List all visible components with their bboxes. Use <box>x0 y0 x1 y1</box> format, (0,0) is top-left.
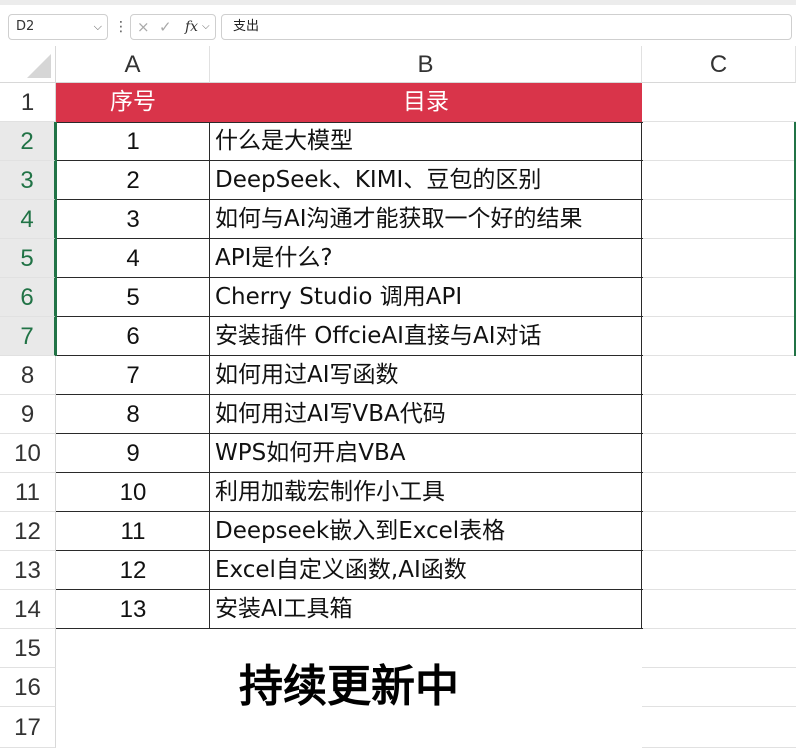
cell-title[interactable]: 如何与AI沟通才能获取一个好的结果 <box>210 200 642 239</box>
cell-no[interactable]: 5 <box>56 278 210 317</box>
cancel-icon[interactable]: × <box>137 15 150 39</box>
cell-title[interactable]: DeepSeek、KIMI、豆包的区别 <box>210 161 642 200</box>
cell-no[interactable]: 1 <box>56 122 210 161</box>
table-border-h <box>56 394 643 395</box>
table-border-h <box>56 199 643 200</box>
cell-no[interactable]: 10 <box>56 473 210 512</box>
formula-controls: × ✓ fx ⌵ <box>130 14 216 40</box>
table-border-h <box>56 238 643 239</box>
table-border-h <box>56 472 643 473</box>
cell-title[interactable]: 如何用过AI写函数 <box>210 356 642 395</box>
cell-title[interactable]: 安装AI工具箱 <box>210 590 642 629</box>
row-header-6[interactable]: 6 <box>0 278 56 317</box>
table-border-h <box>56 160 643 161</box>
table-border-h <box>56 277 643 278</box>
row-header-2[interactable]: 2 <box>0 122 56 161</box>
cell-no[interactable]: 12 <box>56 551 210 590</box>
table-border-h <box>56 433 643 434</box>
cell-no[interactable]: 4 <box>56 239 210 278</box>
cell-title[interactable]: 如何用过AI写VBA代码 <box>210 395 642 434</box>
cell-title[interactable]: 利用加载宏制作小工具 <box>210 473 642 512</box>
row-header-4[interactable]: 4 <box>0 200 56 239</box>
insert-function-icon[interactable]: fx <box>185 15 198 39</box>
cell-no[interactable]: 11 <box>56 512 210 551</box>
row-header-16[interactable]: 16 <box>0 668 56 707</box>
row-header-11[interactable]: 11 <box>0 473 56 512</box>
chevron-down-icon[interactable]: ⌵ <box>94 15 102 39</box>
enter-icon[interactable]: ✓ <box>159 15 172 39</box>
cell-no[interactable]: 7 <box>56 356 210 395</box>
name-box[interactable]: D2 ⌵ <box>8 14 108 40</box>
cell-no[interactable]: 6 <box>56 317 210 356</box>
chevron-down-icon[interactable]: ⌵ <box>202 15 210 39</box>
table-border-h <box>56 550 643 551</box>
table-border-h <box>56 122 643 123</box>
row-header-13[interactable]: 13 <box>0 551 56 590</box>
selection-border-left <box>55 122 57 356</box>
column-header-b[interactable]: B <box>210 46 642 83</box>
more-options-icon[interactable]: ⋮ <box>114 14 128 40</box>
formula-text: 支出 <box>233 19 260 34</box>
table-border-v <box>641 122 642 629</box>
row-header-12[interactable]: 12 <box>0 512 56 551</box>
column-header-c[interactable]: C <box>642 46 796 83</box>
formula-bar: D2 ⌵ ⋮ × ✓ fx ⌵ 支出 <box>0 0 796 47</box>
cell-no[interactable]: 2 <box>56 161 210 200</box>
header-cell-no[interactable]: 序号 <box>56 83 210 122</box>
cell-no[interactable]: 3 <box>56 200 210 239</box>
table-border-h <box>56 589 643 590</box>
table-border-h <box>56 316 643 317</box>
row-header-10[interactable]: 10 <box>0 434 56 473</box>
row-header-5[interactable]: 5 <box>0 239 56 278</box>
cell-title[interactable]: Cherry Studio 调用API <box>210 278 642 317</box>
row-header-17[interactable]: 17 <box>0 707 56 748</box>
table-border-h <box>56 355 643 356</box>
row-header-15[interactable]: 15 <box>0 629 56 668</box>
column-header-a[interactable]: A <box>56 46 210 83</box>
cell-title[interactable]: 什么是大模型 <box>210 122 642 161</box>
row-header-8[interactable]: 8 <box>0 356 56 395</box>
cell-title[interactable]: 安装插件 OffcieAI直接与AI对话 <box>210 317 642 356</box>
cell-title[interactable]: WPS如何开启VBA <box>210 434 642 473</box>
cell-title[interactable]: Excel自定义函数,AI函数 <box>210 551 642 590</box>
table-border-v <box>209 122 210 629</box>
cell-title[interactable]: API是什么? <box>210 239 642 278</box>
row-header-1[interactable]: 1 <box>0 83 56 122</box>
cell-title[interactable]: Deepseek嵌入到Excel表格 <box>210 512 642 551</box>
cell-no[interactable]: 9 <box>56 434 210 473</box>
row-header-9[interactable]: 9 <box>0 395 56 434</box>
spreadsheet-grid: ABC 1 2 3 4 5 6 7 8 9 10 11 12 13 14 15 16 17 序号 目录 1 什么是大模… <box>0 46 796 748</box>
ribbon-edge <box>0 0 796 5</box>
row-header-14[interactable]: 14 <box>0 590 56 629</box>
merged-note-cell[interactable]: 持续更新中 <box>56 629 642 748</box>
select-all-corner[interactable] <box>0 46 56 83</box>
name-box-value: D2 <box>16 19 35 34</box>
row-header-7[interactable]: 7 <box>0 317 56 356</box>
header-cell-title[interactable]: 目录 <box>210 83 642 122</box>
formula-input[interactable]: 支出 <box>221 14 792 40</box>
row-header-3[interactable]: 3 <box>0 161 56 200</box>
table-border-h <box>56 511 643 512</box>
cell-no[interactable]: 13 <box>56 590 210 629</box>
cell-no[interactable]: 8 <box>56 395 210 434</box>
